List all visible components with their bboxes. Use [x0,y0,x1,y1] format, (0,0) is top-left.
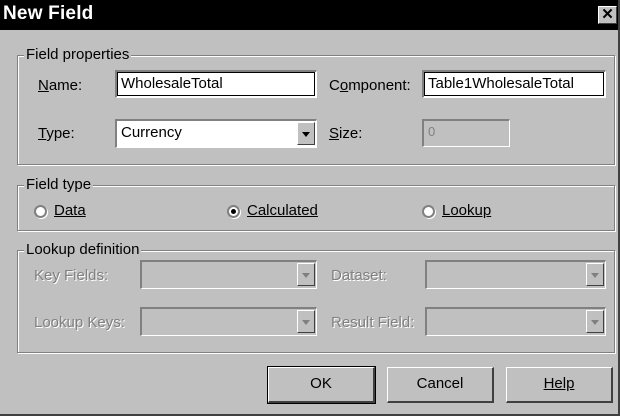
size-label: Size: [329,125,362,142]
new-field-dialog: New Field ✕ Field properties Name: Whole… [0,0,620,416]
title-bar: New Field ✕ [0,0,618,30]
field-type-legend: Field type [24,176,94,193]
lookup-keys-label: Lookup Keys: [34,314,125,331]
result-field-label: Result Field: [331,314,415,331]
data-radio[interactable] [34,205,47,218]
name-input[interactable]: WholesaleTotal [115,70,317,98]
calculated-radio[interactable] [227,205,240,218]
component-label: Component: [329,77,411,94]
chevron-down-icon [591,273,599,278]
name-label-accel: N [38,77,49,94]
size-label-accel: S [329,125,340,142]
calculated-radio-label[interactable]: Calculated [247,202,318,219]
cancel-button-label: Cancel [416,375,464,392]
ok-button-label: OK [310,375,332,392]
lookup-definition-legend: Lookup definition [24,241,142,258]
key-fields-select[interactable] [140,260,317,289]
chevron-down-icon [302,273,310,278]
help-button-label: Help [543,375,575,392]
lookup-radio-label[interactable]: Lookup [442,202,491,219]
radio-selected-dot [231,209,236,214]
lookup-radio-label-text: Lookup [442,202,492,219]
component-label-accel: o [339,77,349,94]
type-select-value: Currency [121,124,182,141]
name-label-rest: ame: [48,77,83,94]
chevron-down-icon [591,320,599,325]
close-icon: ✕ [601,6,614,23]
data-radio-label[interactable]: Data [54,202,86,219]
key-fields-label: Key Fields: [34,267,109,284]
component-label-rest: mponent: [348,77,411,94]
lookup-keys-dropdown-button[interactable] [297,310,315,333]
component-label-pre: C [329,77,340,94]
component-input[interactable]: Table1WholesaleTotal [422,70,606,98]
size-input-value: 0 [428,124,436,139]
name-input-value: WholesaleTotal [121,75,223,92]
ok-button[interactable]: OK [267,366,376,404]
type-dropdown-button[interactable] [297,122,315,145]
lookup-radio[interactable] [422,205,435,218]
dialog-title: New Field [3,3,94,24]
chevron-down-icon [302,320,310,325]
data-radio-label-text: Data [54,202,86,219]
calculated-radio-label-text: Calculated [247,202,318,219]
dataset-select[interactable] [425,260,606,289]
size-input[interactable]: 0 [422,119,510,147]
help-button[interactable]: Help [506,367,613,403]
chevron-down-icon [302,132,310,137]
type-select[interactable]: Currency [115,119,317,148]
type-label-rest: ype: [46,125,75,142]
dataset-label: Dataset: [331,267,387,284]
field-properties-legend: Field properties [24,46,132,63]
key-fields-dropdown-button[interactable] [297,263,315,286]
type-label: Type: [38,125,75,142]
close-button[interactable]: ✕ [598,6,617,24]
component-input-value: Table1WholesaleTotal [428,75,574,92]
name-label: Name: [38,77,82,94]
dataset-dropdown-button[interactable] [586,263,604,286]
lookup-keys-select[interactable] [140,307,317,336]
size-label-rest: ize: [339,125,363,142]
cancel-button[interactable]: Cancel [387,367,494,403]
result-field-dropdown-button[interactable] [586,310,604,333]
result-field-select[interactable] [425,307,606,336]
